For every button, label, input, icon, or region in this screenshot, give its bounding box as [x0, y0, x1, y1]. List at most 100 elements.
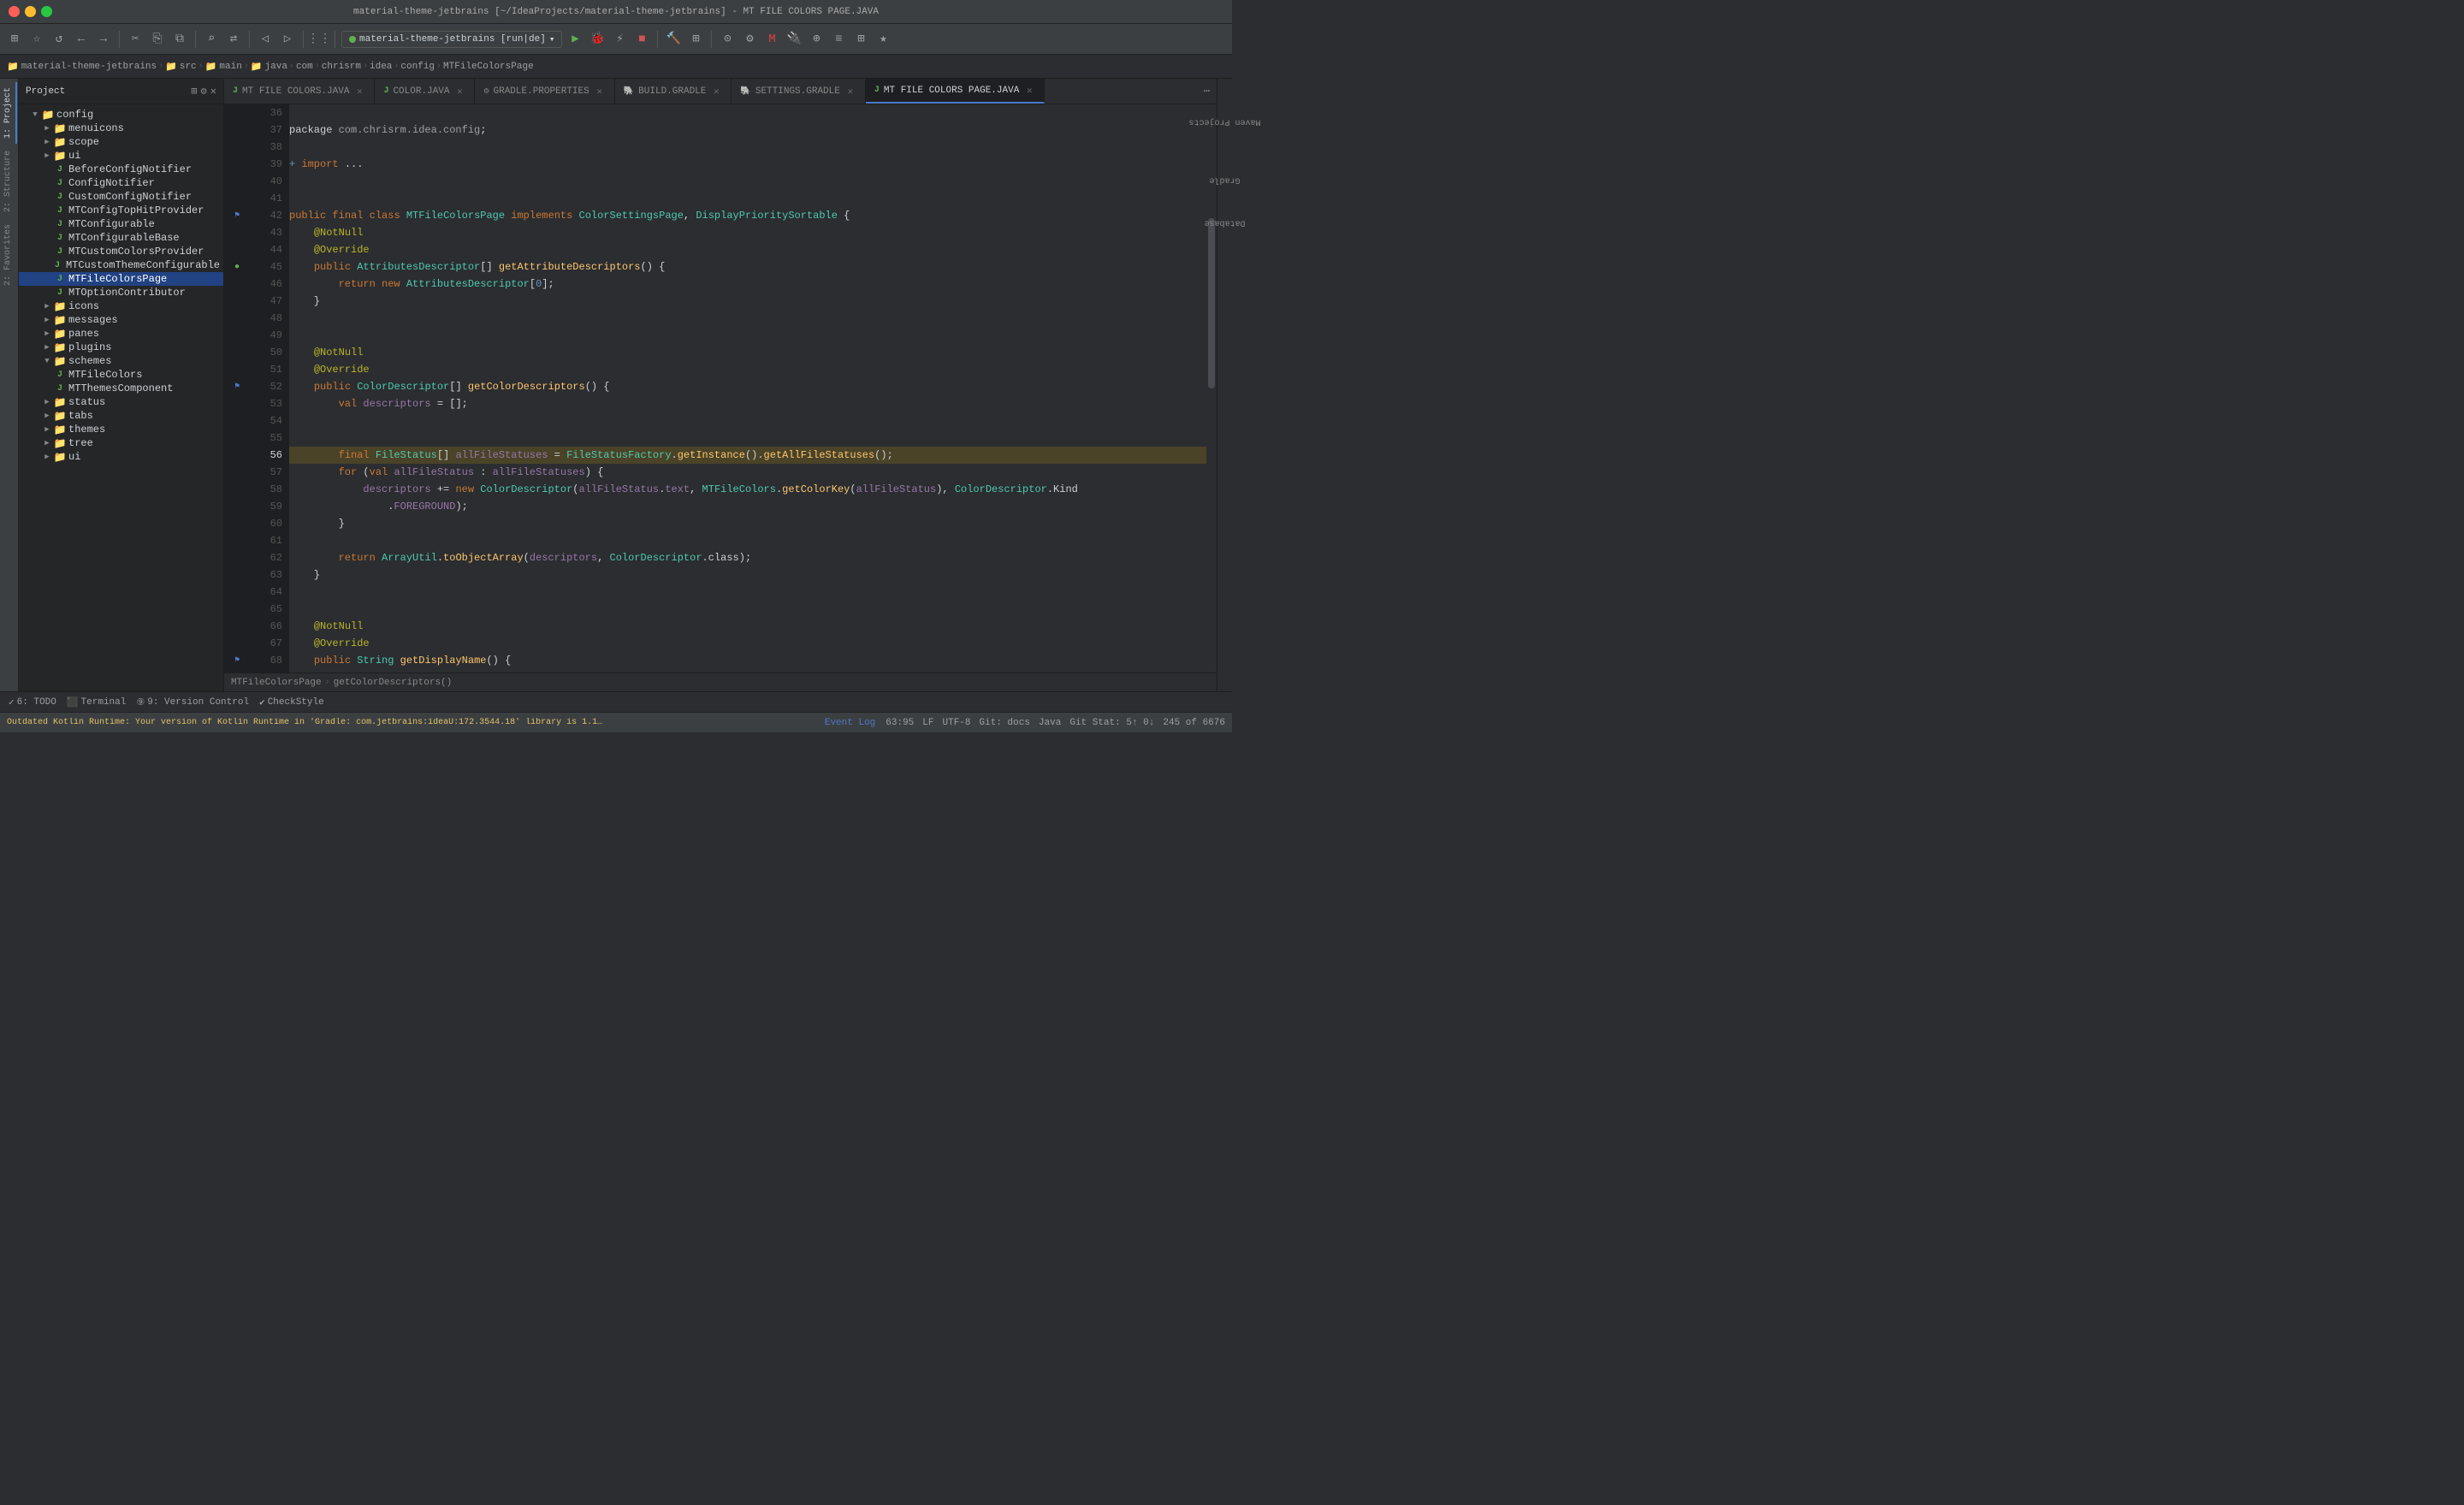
status-position[interactable]: 63:95 — [886, 718, 914, 728]
breadcrumb-main[interactable]: 📁 main — [205, 61, 242, 73]
breadcrumb-idea[interactable]: idea — [370, 62, 392, 72]
tree-item-mtoptioncontributor[interactable]: J MTOptionContributor — [19, 286, 223, 299]
sidebar-collapse-all-icon[interactable]: ⊞ — [191, 85, 197, 98]
run-config-selector[interactable]: material-theme-jetbrains [run|de] ▾ — [341, 31, 562, 48]
bookmarks-icon[interactable]: ☆ — [27, 30, 46, 49]
tab-close-gradle-props[interactable]: ✕ — [594, 86, 606, 98]
tree-item-beforeconfig[interactable]: J BeforeConfigNotifier — [19, 163, 223, 176]
tab-close-mt-file-colors-page[interactable]: ✕ — [1023, 85, 1035, 97]
tree-item-ui[interactable]: ▶ 📁 ui — [19, 149, 223, 163]
tab-overflow[interactable]: ⋯ — [1197, 79, 1217, 104]
tab-mt-file-colors-page[interactable]: J MT FILE COLORS PAGE.JAVA ✕ — [866, 79, 1045, 104]
tree-item-customconfig[interactable]: J CustomConfigNotifier — [19, 190, 223, 204]
tree-item-themes[interactable]: ▶ 📁 themes — [19, 423, 223, 436]
settings-icon[interactable]: ⚙ — [740, 30, 759, 49]
right-tab-gradle[interactable]: Gradle — [1205, 174, 1243, 187]
tree-item-plugins[interactable]: ▶ 📁 plugins — [19, 341, 223, 354]
right-tab-maven[interactable]: Maven Projects — [1185, 116, 1264, 128]
cut-icon[interactable]: ✂ — [126, 30, 145, 49]
tab-gradle-properties[interactable]: ⚙ GRADLE.PROPERTIES ✕ — [475, 79, 614, 104]
right-scrollbar[interactable] — [1206, 104, 1217, 673]
tab-close-build[interactable]: ✕ — [710, 86, 722, 98]
breadcrumb-root[interactable]: 📁 material-theme-jetbrains — [7, 61, 157, 73]
sidebar-gear-icon[interactable]: ⚙ — [201, 85, 207, 98]
status-git[interactable]: Git: docs — [980, 718, 1030, 728]
tree-item-icons[interactable]: ▶ 📁 icons — [19, 299, 223, 313]
status-warning[interactable]: Outdated Kotlin Runtime: Your version of… — [7, 718, 606, 727]
tree-item-panes[interactable]: ▶ 📁 panes — [19, 327, 223, 341]
breadcrumb-com[interactable]: com — [296, 62, 313, 72]
toolbar-todo[interactable]: ✓ 6: TODO — [5, 696, 60, 708]
build-icon[interactable]: 🔨 — [664, 30, 683, 49]
rebuild-icon[interactable]: ⊞ — [686, 30, 705, 49]
tree-item-mtcustomtheme[interactable]: J MTCustomThemeConfigurable — [19, 258, 223, 272]
right-tab-database[interactable]: Database — [1200, 216, 1248, 229]
tree-item-status[interactable]: ▶ 📁 status — [19, 395, 223, 409]
navigate-back-icon[interactable]: ◁ — [256, 30, 275, 49]
tab-build-gradle[interactable]: 🐘 BUILD.GRADLE ✕ — [615, 79, 732, 104]
tab-color-java[interactable]: J COLOR.JAVA ✕ — [375, 79, 475, 104]
tree-item-scope[interactable]: ▶ 📁 scope — [19, 135, 223, 149]
status-lines[interactable]: 245 of 6676 — [1163, 718, 1225, 728]
toolbar-terminal[interactable]: ⬛ Terminal — [63, 696, 130, 708]
replace-icon[interactable]: ⇄ — [224, 30, 243, 49]
breadcrumb-chrisrm[interactable]: chrisrm — [322, 62, 361, 72]
status-encoding[interactable]: UTF-8 — [943, 718, 971, 728]
breadcrumb-src[interactable]: 📁 src — [165, 61, 197, 73]
redo-icon[interactable]: → — [94, 30, 113, 49]
tree-item-messages[interactable]: ▶ 📁 messages — [19, 313, 223, 327]
tab-settings-gradle[interactable]: 🐘 SETTINGS.GRADLE ✕ — [732, 79, 865, 104]
plugin-icon-1[interactable]: 🔌 — [785, 30, 803, 49]
tree-item-menuicons[interactable]: ▶ 📁 menuicons — [19, 121, 223, 135]
tree-item-mtthemescomponent[interactable]: J MTThemesComponent — [19, 382, 223, 395]
maximize-button[interactable] — [41, 6, 52, 17]
status-lf[interactable]: LF — [922, 718, 933, 728]
copy-icon[interactable]: ⎘ — [148, 30, 167, 49]
status-java-label[interactable]: Java — [1039, 718, 1061, 728]
tree-item-confignotifier[interactable]: J ConfigNotifier — [19, 176, 223, 190]
status-git-stat[interactable]: Git Stat: 5↑ 0↓ — [1069, 718, 1154, 728]
run-button[interactable]: ▶ — [566, 30, 584, 49]
minimize-button[interactable] — [25, 6, 36, 17]
plugin-icon-2[interactable]: ⊕ — [807, 30, 826, 49]
tree-item-mtfilecolorspage[interactable]: J MTFileColorsPage — [19, 272, 223, 286]
event-log[interactable]: Event Log — [825, 718, 875, 728]
toolbar-version-control[interactable]: ⑨ 9: Version Control — [133, 696, 252, 708]
tree-item-schemes[interactable]: ▼ 📁 schemes — [19, 354, 223, 368]
tree-item-ui2[interactable]: ▶ 📁 ui — [19, 450, 223, 464]
scrollbar-thumb[interactable] — [1208, 218, 1215, 388]
plugin-icon-4[interactable]: ⊞ — [851, 30, 870, 49]
plugin-icon-5[interactable]: ★ — [874, 30, 892, 49]
tab-close-mt-file-colors[interactable]: ✕ — [353, 86, 365, 98]
tree-item-mtfilecolors[interactable]: J MTFileColors — [19, 368, 223, 382]
tree-item-tabs[interactable]: ▶ 📁 tabs — [19, 409, 223, 423]
stop-button[interactable]: ■ — [632, 30, 651, 49]
paste-icon[interactable]: ⧉ — [170, 30, 189, 49]
breadcrumb-config[interactable]: config — [400, 62, 435, 72]
sync-icon[interactable]: ↺ — [50, 30, 68, 49]
debug-button[interactable]: 🐞 — [588, 30, 607, 49]
code-block[interactable]: package com.chrisrm.idea.config ; + impo… — [289, 104, 1206, 673]
breadcrumb-java[interactable]: 📁 java — [251, 61, 287, 73]
tree-item-config[interactable]: ▼ 📁 config — [19, 108, 223, 121]
tree-item-tree[interactable]: ▶ 📁 tree — [19, 436, 223, 450]
material-icon[interactable]: M — [762, 30, 781, 49]
structure-icon[interactable]: ⊙ — [718, 30, 737, 49]
run-with-coverage-icon[interactable]: ⚡ — [610, 30, 629, 49]
navigate-forward-icon[interactable]: ▷ — [278, 30, 297, 49]
tree-item-mtconfighit[interactable]: J MTConfigTopHitProvider — [19, 204, 223, 217]
sidebar-close-icon[interactable]: ✕ — [210, 85, 216, 98]
search-icon[interactable]: ⌕ — [202, 30, 221, 49]
tree-item-mtconfigurable[interactable]: J MTConfigurable — [19, 217, 223, 231]
breadcrumb-file[interactable]: MTFileColorsPage — [443, 62, 534, 72]
tab-close-color[interactable]: ✕ — [453, 86, 465, 98]
project-icon[interactable]: ⊞ — [5, 30, 24, 49]
tab-close-settings[interactable]: ✕ — [844, 86, 856, 98]
tree-item-mtconfigurablebase[interactable]: J MTConfigurableBase — [19, 231, 223, 245]
tree-item-mtcustomcolors[interactable]: J MTCustomColorsProvider — [19, 245, 223, 258]
tab-mt-file-colors[interactable]: J MT FILE COLORS.JAVA ✕ — [224, 79, 375, 104]
tab-project[interactable]: 1: Project — [1, 82, 17, 144]
undo-icon[interactable]: ← — [72, 30, 91, 49]
tab-favorites[interactable]: 2: Favorites — [1, 219, 17, 291]
close-button[interactable] — [9, 6, 20, 17]
